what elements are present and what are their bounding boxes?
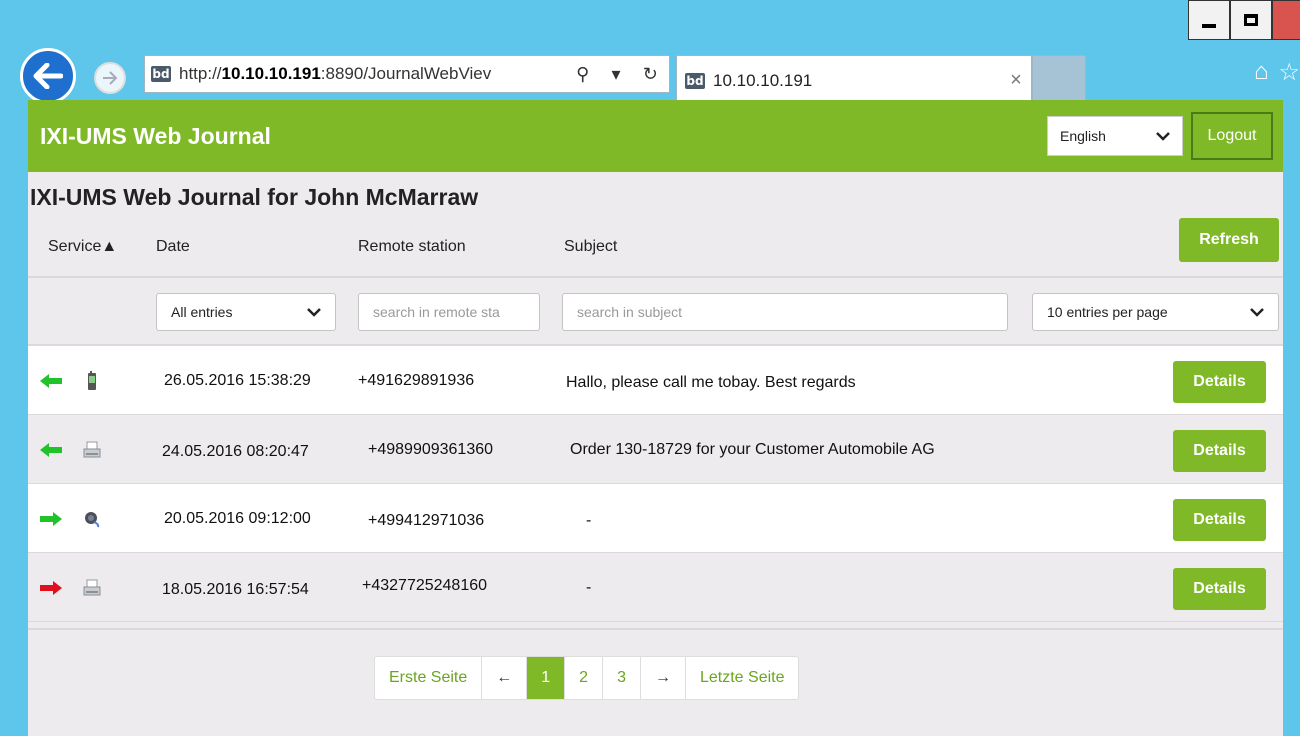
forward-arrow-icon bbox=[103, 71, 118, 85]
browser-tab[interactable]: bd 10.10.10.191 × bbox=[676, 55, 1032, 105]
column-remote-station[interactable]: Remote station bbox=[358, 238, 466, 256]
pagination-area: Erste Seite ← 1 2 3 → Letzte Seite bbox=[28, 628, 1283, 736]
language-select[interactable]: English bbox=[1047, 116, 1183, 156]
search-icon[interactable]: ⚲ bbox=[576, 64, 589, 85]
subject-search-input[interactable]: search in subject bbox=[562, 293, 1008, 331]
row-remote-station: +491629891936 bbox=[358, 372, 475, 389]
row-subject: - bbox=[586, 579, 592, 596]
window-controls bbox=[1188, 0, 1300, 40]
language-value: English bbox=[1060, 128, 1106, 144]
remote-station-search-input[interactable]: search in remote sta bbox=[358, 293, 540, 331]
column-service[interactable]: Service▲ bbox=[48, 238, 117, 256]
incoming-arrow-icon bbox=[40, 443, 62, 457]
table-header: Service▲ Date Remote station Subject Ref… bbox=[28, 218, 1283, 276]
dropdown-icon[interactable]: ▾ bbox=[612, 64, 621, 85]
browser-toolbar-icons: ⌂ ☆ bbox=[1254, 58, 1300, 87]
entries-per-page-value: 10 entries per page bbox=[1047, 304, 1168, 320]
minimize-icon bbox=[1202, 24, 1216, 28]
entries-per-page-select[interactable]: 10 entries per page bbox=[1032, 293, 1279, 331]
minimize-button[interactable] bbox=[1188, 0, 1230, 40]
page-link-1[interactable]: 1 bbox=[527, 657, 566, 699]
subject-placeholder: search in subject bbox=[577, 304, 683, 320]
chevron-down-icon bbox=[1156, 131, 1170, 141]
row-subject: Hallo, please call me tobay. Best regard… bbox=[566, 374, 856, 391]
row-subject: - bbox=[586, 512, 592, 529]
pagination: Erste Seite ← 1 2 3 → Letzte Seite bbox=[374, 656, 800, 700]
address-bar[interactable]: bd http://10.10.10.191:8890/JournalWebVi… bbox=[144, 55, 670, 93]
refresh-button[interactable]: Refresh bbox=[1179, 218, 1279, 262]
app-header: IXI-UMS Web Journal English Logout bbox=[28, 100, 1283, 172]
table-row[interactable]: 26.05.2016 15:38:29 +491629891936 Hallo,… bbox=[28, 346, 1283, 415]
back-arrow-icon bbox=[33, 63, 63, 89]
logout-button[interactable]: Logout bbox=[1191, 112, 1273, 160]
refresh-icon[interactable]: ↻ bbox=[643, 64, 658, 85]
remote-station-placeholder: search in remote sta bbox=[373, 304, 500, 320]
filter-row: All entries search in remote sta search … bbox=[28, 276, 1283, 346]
details-button[interactable]: Details bbox=[1173, 568, 1266, 610]
tab-favicon-icon: bd bbox=[685, 72, 705, 89]
url-text: http://10.10.10.191:8890/JournalWebViev bbox=[179, 64, 492, 83]
maximize-icon bbox=[1244, 14, 1258, 26]
entry-type-select[interactable]: All entries bbox=[156, 293, 336, 331]
new-tab-button[interactable] bbox=[1032, 55, 1086, 105]
last-page-link[interactable]: Letzte Seite bbox=[686, 657, 799, 699]
maximize-button[interactable] bbox=[1230, 0, 1272, 40]
outgoing-failed-arrow-icon bbox=[40, 581, 62, 595]
page-viewport: IXI-UMS Web Journal English Logout IXI-U… bbox=[28, 100, 1283, 736]
details-button[interactable]: Details bbox=[1173, 499, 1266, 541]
fax-icon bbox=[82, 577, 102, 599]
table-row[interactable]: 24.05.2016 08:20:47 +4989909361360 Order… bbox=[28, 415, 1283, 484]
home-icon[interactable]: ⌂ bbox=[1254, 58, 1269, 87]
browser-toolbar: bd http://10.10.10.191:8890/JournalWebVi… bbox=[0, 44, 1300, 105]
first-page-link[interactable]: Erste Seite bbox=[375, 657, 483, 699]
page-link-3[interactable]: 3 bbox=[603, 657, 641, 699]
row-subject: Order 130-18729 for your Customer Automo… bbox=[570, 441, 935, 458]
next-page-link[interactable]: → bbox=[641, 657, 686, 699]
forward-button[interactable] bbox=[94, 62, 126, 94]
row-remote-station: +499412971036 bbox=[368, 512, 485, 529]
back-button[interactable] bbox=[20, 48, 76, 104]
table-row[interactable]: 20.05.2016 09:12:00 +499412971036 - Deta… bbox=[28, 484, 1283, 553]
details-button[interactable]: Details bbox=[1173, 430, 1266, 472]
row-remote-station: +4989909361360 bbox=[368, 441, 494, 458]
table-row[interactable]: 18.05.2016 16:57:54 +4327725248160 - Det… bbox=[28, 553, 1283, 622]
chevron-down-icon bbox=[307, 307, 321, 317]
favorites-star-icon[interactable]: ☆ bbox=[1278, 58, 1300, 87]
page-link-2[interactable]: 2 bbox=[565, 657, 604, 699]
close-window-button[interactable] bbox=[1272, 0, 1300, 40]
row-date: 24.05.2016 08:20:47 bbox=[162, 443, 309, 460]
tab-title: 10.10.10.191 bbox=[713, 70, 813, 90]
app-brand: IXI-UMS Web Journal bbox=[40, 122, 271, 149]
column-subject[interactable]: Subject bbox=[564, 238, 617, 256]
row-date: 18.05.2016 16:57:54 bbox=[162, 581, 309, 598]
entry-type-value: All entries bbox=[171, 304, 233, 320]
row-date: 20.05.2016 09:12:00 bbox=[164, 510, 311, 527]
column-date[interactable]: Date bbox=[156, 238, 190, 256]
row-remote-station: +4327725248160 bbox=[362, 577, 488, 594]
outgoing-arrow-icon bbox=[40, 512, 62, 526]
page-title: IXI-UMS Web Journal for John McMarraw bbox=[30, 184, 479, 210]
previous-page-link[interactable]: ← bbox=[482, 657, 528, 699]
details-button[interactable]: Details bbox=[1173, 361, 1266, 403]
row-date: 26.05.2016 15:38:29 bbox=[164, 372, 311, 389]
voice-icon bbox=[82, 508, 102, 530]
incoming-arrow-icon bbox=[40, 374, 62, 388]
fax-icon bbox=[82, 439, 102, 461]
site-favicon-icon: bd bbox=[151, 66, 171, 82]
chevron-down-icon bbox=[1250, 307, 1264, 317]
address-actions: ⚲ ▾ ↻ bbox=[565, 56, 669, 92]
sms-icon bbox=[82, 370, 102, 392]
close-tab-icon[interactable]: × bbox=[1001, 69, 1031, 92]
